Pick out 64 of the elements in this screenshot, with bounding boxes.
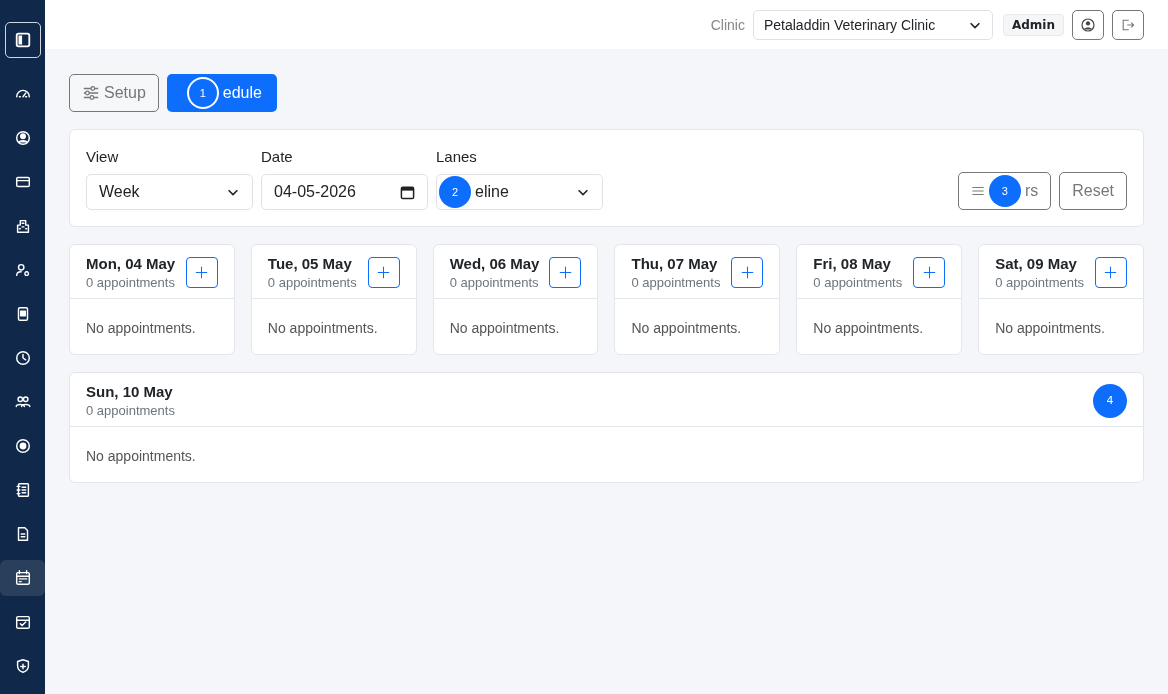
field-label: Date: [261, 148, 294, 165]
add-appointment-button[interactable]: [913, 257, 946, 288]
empty-message: No appointments.: [995, 320, 1105, 336]
field-label: Lanes: [436, 148, 478, 165]
day-title: Sat, 09 May: [995, 255, 1078, 272]
empty-message: No appointments.: [449, 320, 560, 336]
sidebar-toggle-button[interactable]: [4, 22, 41, 58]
filters-button[interactable]: 3 rs: [957, 172, 1052, 210]
plus-icon: [195, 266, 209, 279]
day-title: Tue, 05 May: [267, 255, 353, 272]
clinic-select[interactable]: Petaladdin Veterinary Clinic: [752, 9, 993, 40]
appointment-count: 0 appointments: [86, 403, 175, 418]
day-title: Thu, 07 May: [631, 255, 719, 272]
day-title: Fri, 08 May: [813, 255, 892, 272]
plus-icon: [740, 266, 754, 279]
appointment-count: 0 appointments: [267, 275, 357, 290]
appointment-count: 0 appointments: [631, 275, 721, 290]
appointment-count: 0 appointments: [813, 275, 903, 290]
add-appointment-button[interactable]: [367, 257, 400, 288]
reset-button[interactable]: Reset: [1059, 172, 1127, 210]
day-title: Sun, 10 May: [86, 383, 174, 400]
schedule-button[interactable]: 1 edule: [166, 74, 277, 112]
calendar-icon: [400, 184, 415, 200]
notebook-icon: [13, 481, 32, 499]
logout-button[interactable]: [1112, 9, 1144, 40]
add-appointment-button[interactable]: [1095, 257, 1127, 288]
step-marker: 3: [988, 175, 1021, 207]
empty-message: No appointments.: [267, 320, 378, 336]
profile-button[interactable]: [1072, 9, 1104, 40]
empty-message: No appointments.: [813, 320, 924, 336]
lanes-select[interactable]: 2 eline: [436, 174, 603, 210]
calendar-icon: [13, 569, 32, 587]
appointment-count: 0 appointments: [995, 275, 1085, 290]
day-title: Mon, 04 May: [86, 255, 176, 272]
nav-item[interactable]: [0, 560, 45, 596]
add-appointment-button[interactable]: [549, 257, 582, 288]
user-circle-icon: [13, 129, 32, 147]
target-icon: [13, 437, 32, 455]
appointment-count: 0 appointments: [86, 275, 176, 290]
empty-message: No appointments.: [86, 320, 196, 336]
calendar-check-icon: [13, 613, 32, 631]
user-circle-icon: [1080, 16, 1096, 33]
field-label: View: [86, 148, 120, 165]
date-field[interactable]: 04-05-2026: [261, 174, 428, 210]
step-marker: 1: [186, 77, 219, 109]
day-title: Wed, 06 May: [449, 255, 540, 272]
empty-message: No appointments.: [631, 320, 742, 336]
view-select[interactable]: Week: [86, 174, 253, 210]
plus-icon: [377, 266, 391, 279]
step-marker: 4: [1093, 383, 1127, 418]
empty-message: No appointments.: [86, 448, 196, 464]
clinic-label: Clinic: [710, 16, 745, 33]
sidebar-toggle-icon: [13, 31, 32, 49]
setup-button[interactable]: Setup: [69, 74, 159, 112]
user-gear-icon: [13, 261, 32, 279]
add-appointment-button[interactable]: [731, 257, 764, 288]
add-appointment-button[interactable]: [185, 257, 218, 288]
appointment-count: 0 appointments: [449, 275, 540, 290]
plus-icon: [922, 266, 936, 279]
plus-icon: [559, 266, 572, 279]
plus-icon: [1104, 266, 1118, 279]
clock-icon: [13, 349, 32, 367]
step-marker: 2: [439, 176, 471, 208]
role-badge: Admin: [1002, 13, 1064, 36]
